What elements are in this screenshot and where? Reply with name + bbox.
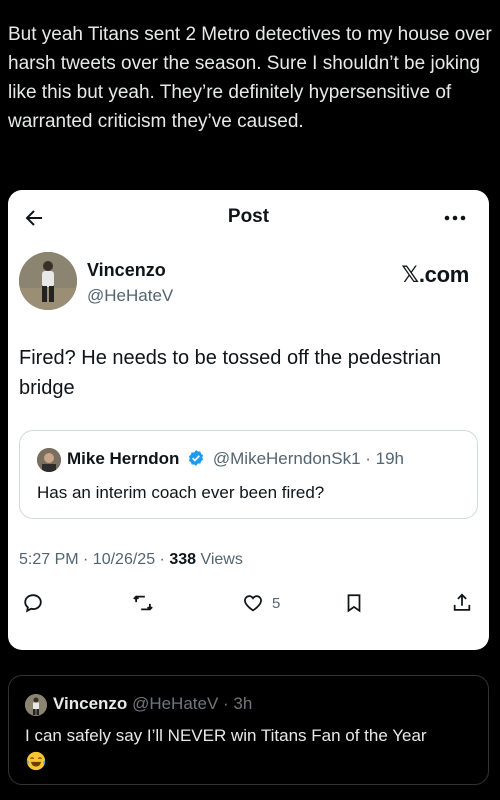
reply-handle-time: @HeHateV · 3h [132,694,253,713]
quoted-post-header: Mike Herndon @MikeHerndonSk1 · 19h [67,449,404,469]
quoted-handle-time: @MikeHerndonSk1 · 19h [212,449,405,468]
post-intro-text: But yeah Titans sent 2 Metro detectives … [8,24,492,132]
reply-author-name[interactable]: Vincenzo [53,694,127,713]
quoted-text: Has an interim coach ever been fired? [37,483,325,502]
quoted-reply-post[interactable]: Vincenzo @HeHateV · 3h I can safely say … [8,675,489,785]
post-header: Post [8,190,489,244]
x-brand-logo: 𝕏.com [401,262,469,287]
reply-text-block: I can safely say I’ll NEVER win Titans F… [25,724,475,779]
tweet-text: Fired? He needs to be tossed off the ped… [19,347,442,399]
reply-icon [24,594,42,613]
author-handle[interactable]: @HeHateV [87,286,173,306]
like-count: 5 [272,594,281,612]
views-label: Views [196,551,243,568]
avatar [37,448,61,472]
reply-header: Vincenzo @HeHateV · 3h [53,694,252,714]
quoted-author-name: Mike Herndon [67,449,180,468]
post-meta: 5:27 PM · 10/26/25 · 338 Views [19,551,243,569]
author-name[interactable]: Vincenzo [87,260,166,281]
more-dots-icon[interactable] [443,208,467,228]
retweet-button[interactable] [132,590,154,616]
face-with-tears-of-joy-icon [26,751,46,771]
bookmark-button[interactable] [343,590,365,616]
action-bar: 5 [8,590,489,620]
post-timestamp: 5:27 PM · 10/26/25 · [19,551,170,568]
retweet-icon [133,595,153,611]
avatar[interactable] [19,252,77,310]
embedded-post-screenshot[interactable]: Post Vincenzo @HeHateV 𝕏.com Fired? He n… [8,190,489,650]
reply-button[interactable] [22,590,44,616]
page-title: Post [227,206,270,227]
avatar [25,694,47,716]
quoted-post[interactable]: Mike Herndon @MikeHerndonSk1 · 19h Has a… [19,430,478,519]
views-count: 338 [169,551,197,568]
verified-badge-icon [189,450,204,466]
share-button[interactable] [451,590,473,616]
bookmark-icon [347,594,361,613]
heart-icon [244,595,262,612]
reply-text: I can safely say I’ll NEVER win Titans F… [25,726,427,745]
share-icon [453,593,471,611]
like-button[interactable]: 5 [242,590,280,616]
